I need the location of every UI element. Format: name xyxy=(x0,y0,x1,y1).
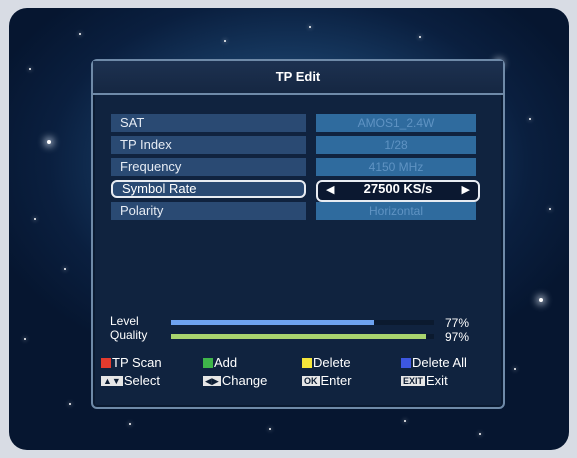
setting-value: AMOS1_2.4W xyxy=(316,114,476,132)
star-icon xyxy=(47,140,51,144)
tp-edit-dialog: TP Edit SAT AMOS1_2.4W TP Index 1/28 Fre… xyxy=(91,59,505,409)
star-icon xyxy=(529,118,531,120)
exit-label: Exit xyxy=(426,373,448,388)
star-icon xyxy=(29,68,31,70)
quality-bar-fill xyxy=(171,334,427,339)
setting-value: Horizontal xyxy=(316,202,476,220)
ok-key-icon: OK xyxy=(302,376,320,386)
setting-label: Polarity xyxy=(111,202,306,220)
setting-value: 27500 KS/s xyxy=(363,181,433,196)
star-icon xyxy=(514,368,516,370)
star-icon xyxy=(64,268,66,270)
star-icon xyxy=(539,298,543,302)
delete-all-key[interactable]: Delete All xyxy=(401,355,467,370)
delete-all-label: Delete All xyxy=(412,355,467,370)
change-key[interactable]: ◀▶ Change xyxy=(203,373,267,388)
star-icon xyxy=(549,208,551,210)
level-label: Level xyxy=(110,314,139,328)
setting-row-tp-index[interactable]: TP Index 1/28 xyxy=(111,136,486,154)
left-right-icon: ◀▶ xyxy=(203,376,221,386)
tv-screen: TP Edit SAT AMOS1_2.4W TP Index 1/28 Fre… xyxy=(9,8,569,450)
setting-label: TP Index xyxy=(111,136,306,154)
level-bar xyxy=(171,320,434,325)
quality-label: Quality xyxy=(110,328,148,342)
setting-label: SAT xyxy=(111,114,306,132)
setting-value: 1/28 xyxy=(316,136,476,154)
exit-key-icon: EXIT xyxy=(401,376,426,386)
star-icon xyxy=(309,26,311,28)
level-percent: 77% xyxy=(445,316,470,330)
setting-label: Symbol Rate xyxy=(111,180,306,198)
star-icon xyxy=(269,428,271,430)
quality-bar xyxy=(171,334,434,339)
up-down-icon: ▲▼ xyxy=(101,376,123,386)
star-icon xyxy=(24,338,26,340)
star-icon xyxy=(129,423,131,425)
star-icon xyxy=(419,36,421,38)
add-key[interactable]: Add xyxy=(203,355,237,370)
blue-key-icon xyxy=(401,358,411,368)
arrow-left-icon[interactable]: ◀ xyxy=(326,183,334,197)
star-icon xyxy=(69,403,71,405)
change-label: Change xyxy=(221,373,268,388)
enter-label: Enter xyxy=(320,373,352,388)
exit-key[interactable]: EXIT Exit xyxy=(401,373,448,388)
settings-menu: SAT AMOS1_2.4W TP Index 1/28 Frequency 4… xyxy=(111,114,486,224)
star-icon xyxy=(224,40,226,42)
tp-scan-label: TP Scan xyxy=(112,355,162,370)
red-key-icon xyxy=(101,358,111,368)
add-label: Add xyxy=(214,355,238,370)
setting-label: Frequency xyxy=(111,158,306,176)
setting-row-symbol-rate[interactable]: Symbol Rate ◀ 27500 KS/s ▶ xyxy=(111,180,486,202)
delete-label: Delete xyxy=(313,355,351,370)
star-icon xyxy=(34,218,36,220)
delete-key[interactable]: Delete xyxy=(302,355,351,370)
green-key-icon xyxy=(203,358,213,368)
enter-key[interactable]: OK Enter xyxy=(302,373,352,388)
symbol-rate-selector[interactable]: ◀ 27500 KS/s ▶ xyxy=(316,180,480,202)
setting-row-polarity[interactable]: Polarity Horizontal xyxy=(111,202,486,220)
tp-scan-key[interactable]: TP Scan xyxy=(101,355,162,370)
select-label: Select xyxy=(123,373,160,388)
dialog-title: TP Edit xyxy=(93,61,503,95)
yellow-key-icon xyxy=(302,358,312,368)
quality-percent: 97% xyxy=(445,330,470,344)
star-icon xyxy=(79,33,81,35)
select-key[interactable]: ▲▼ Select xyxy=(101,373,160,388)
level-bar-fill xyxy=(171,320,374,325)
star-icon xyxy=(404,420,406,422)
setting-row-sat[interactable]: SAT AMOS1_2.4W xyxy=(111,114,486,132)
star-icon xyxy=(479,433,481,435)
arrow-right-icon[interactable]: ▶ xyxy=(462,183,470,197)
setting-value: 4150 MHz xyxy=(316,158,476,176)
setting-row-frequency[interactable]: Frequency 4150 MHz xyxy=(111,158,486,176)
